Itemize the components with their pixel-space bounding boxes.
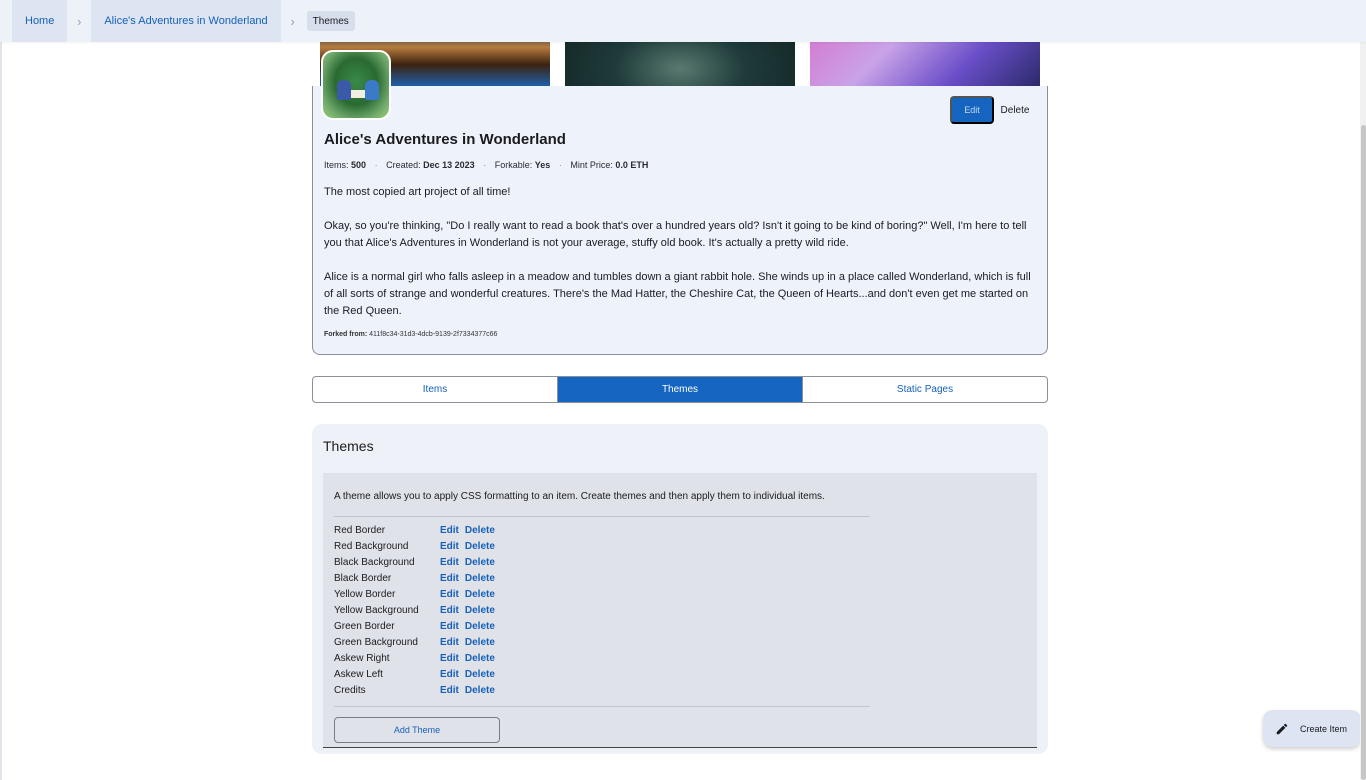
breadcrumb-project[interactable]: Alice's Adventures in Wonderland (91, 0, 281, 42)
theme-delete-link[interactable]: Delete (465, 653, 495, 664)
chevron-right-icon: › (77, 13, 82, 29)
divider (334, 516, 870, 517)
items-value: 500 (351, 160, 367, 170)
forkable-value: Yes (534, 160, 551, 170)
delete-project-button[interactable]: Delete (997, 96, 1033, 124)
meta-separator: · (558, 160, 562, 170)
theme-delete-link[interactable]: Delete (465, 557, 495, 568)
project-title: Alice's Adventures in Wonderland (324, 131, 566, 148)
avatar-book (351, 90, 365, 98)
meta-separator: · (483, 160, 487, 170)
breadcrumb: Home › Alice's Adventures in Wonderland … (0, 0, 1366, 42)
project-card: Edit Delete Alice's Adventures in Wonder… (312, 50, 1048, 355)
theme-edit-link[interactable]: Edit (440, 637, 459, 648)
create-item-label: Create Item (1300, 723, 1348, 734)
theme-edit-link[interactable]: Edit (440, 573, 459, 584)
theme-edit-link[interactable]: Edit (440, 557, 459, 568)
theme-delete-link[interactable]: Delete (465, 525, 495, 536)
theme-delete-link[interactable]: Delete (465, 605, 495, 616)
project-description: The most copied art project of all time!… (324, 184, 1040, 337)
theme-edit-link[interactable]: Edit (440, 653, 459, 664)
scrollbar-thumb[interactable] (1361, 125, 1366, 780)
theme-delete-link[interactable]: Delete (465, 573, 495, 584)
avatar-figure (365, 80, 379, 100)
project-tabs: Items Themes Static Pages (312, 376, 1048, 403)
theme-row: Red Border Edit Delete (334, 522, 870, 538)
theme-edit-link[interactable]: Edit (440, 589, 459, 600)
mint-price-value: 0.0 ETH (615, 160, 649, 170)
meta-separator: · (374, 160, 378, 170)
left-edge-strip (0, 0, 2, 780)
project-meta: Items: 500 · Created: Dec 13 2023 · Fork… (324, 160, 648, 170)
theme-edit-link[interactable]: Edit (440, 669, 459, 680)
create-item-button[interactable]: Create Item (1263, 710, 1361, 747)
add-theme-button[interactable]: Add Theme (334, 717, 500, 743)
items-label: Items: (324, 160, 349, 170)
theme-name: Yellow Background (334, 604, 419, 616)
theme-edit-link[interactable]: Edit (440, 605, 459, 616)
description-paragraph: The most copied art project of all time! (324, 186, 511, 198)
themes-heading: Themes (323, 438, 374, 454)
tab-themes[interactable]: Themes (558, 377, 803, 402)
theme-edit-link[interactable]: Edit (440, 621, 459, 632)
theme-name: Credits (334, 684, 366, 696)
edit-project-button[interactable]: Edit (950, 96, 994, 124)
forked-label: Forked from: (324, 331, 368, 338)
theme-name: Red Background (334, 540, 409, 552)
theme-row: Red Background Edit Delete (334, 538, 870, 554)
forkable-label: Forkable: (494, 160, 533, 170)
themes-panel: Themes A theme allows you to apply CSS f… (312, 424, 1048, 754)
tab-static-pages[interactable]: Static Pages (803, 377, 1047, 402)
theme-delete-link[interactable]: Delete (465, 541, 495, 552)
chevron-right-icon: › (290, 13, 295, 29)
breadcrumb-current: Themes (306, 11, 355, 31)
theme-row: Black Border Edit Delete (334, 570, 870, 586)
theme-delete-link[interactable]: Delete (465, 589, 495, 600)
theme-edit-link[interactable]: Edit (440, 541, 459, 552)
theme-edit-link[interactable]: Edit (440, 525, 459, 536)
avatar-figure (337, 80, 351, 100)
breadcrumb-home[interactable]: Home (12, 0, 68, 42)
theme-name: Red Border (334, 524, 386, 536)
theme-row: Green Border Edit Delete (334, 618, 870, 634)
pencil-icon (1276, 723, 1288, 734)
theme-name: Green Background (334, 636, 418, 648)
theme-name: Yellow Border (334, 588, 396, 600)
theme-row: Green Background Edit Delete (334, 634, 870, 650)
theme-edit-link[interactable]: Edit (440, 685, 459, 696)
theme-row: Yellow Background Edit Delete (334, 602, 870, 618)
theme-row: Askew Left Edit Delete (334, 666, 870, 682)
theme-row: Yellow Border Edit Delete (334, 586, 870, 602)
tab-items[interactable]: Items (313, 377, 558, 402)
theme-name: Askew Right (334, 652, 390, 664)
theme-row: Credits Edit Delete (334, 682, 870, 698)
theme-delete-link[interactable]: Delete (465, 669, 495, 680)
created-label: Created: (386, 160, 421, 170)
theme-name: Askew Left (334, 668, 383, 680)
forked-from: Forked from: 411f8c34-31d3-4dcb-9139-2f7… (324, 331, 497, 338)
themes-intro: A theme allows you to apply CSS formatti… (334, 491, 825, 502)
theme-name: Green Border (334, 620, 395, 632)
description-paragraph: Okay, so you're thinking, "Do I really w… (324, 220, 1027, 249)
theme-delete-link[interactable]: Delete (465, 685, 495, 696)
description-paragraph: Alice is a normal girl who falls asleep … (324, 271, 1031, 317)
created-value: Dec 13 2023 (423, 160, 475, 170)
themes-content: A theme allows you to apply CSS formatti… (323, 473, 1037, 748)
theme-name: Black Background (334, 556, 415, 568)
theme-delete-link[interactable]: Delete (465, 621, 495, 632)
forked-value: 411f8c34-31d3-4dcb-9139-2f7334377c66 (369, 331, 498, 338)
theme-row: Black Background Edit Delete (334, 554, 870, 570)
project-avatar (321, 50, 391, 120)
theme-row: Askew Right Edit Delete (334, 650, 870, 666)
divider (334, 706, 870, 707)
mint-price-label: Mint Price: (570, 160, 613, 170)
theme-delete-link[interactable]: Delete (465, 637, 495, 648)
theme-list: Red Border Edit Delete Red Background Edit De… (334, 522, 870, 698)
theme-name: Black Border (334, 572, 392, 584)
